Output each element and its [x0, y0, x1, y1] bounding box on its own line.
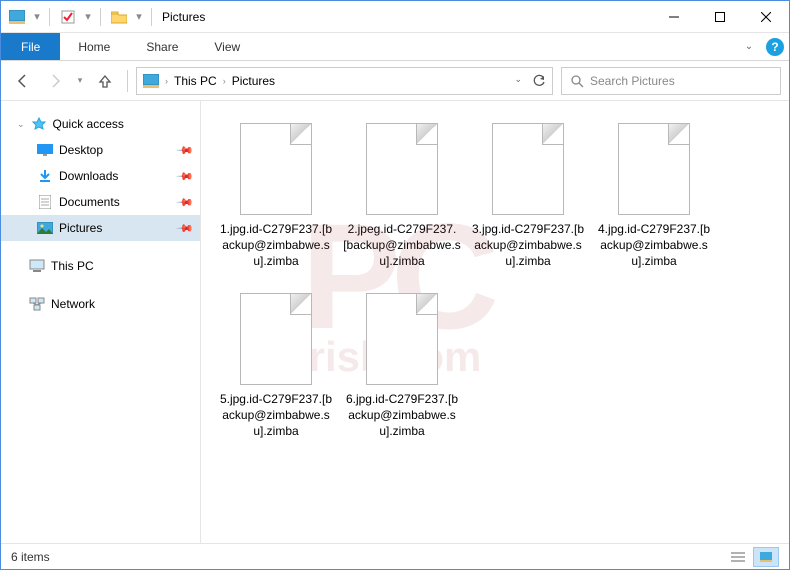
- new-folder-icon[interactable]: [107, 5, 131, 29]
- back-button[interactable]: [9, 67, 37, 95]
- window-title: Pictures: [162, 10, 205, 24]
- file-item[interactable]: 3.jpg.id-C279F237.[backup@zimbabwe.su].z…: [465, 115, 591, 285]
- sidebar-network[interactable]: Network: [1, 291, 200, 317]
- file-icon: [618, 123, 690, 215]
- tab-share[interactable]: Share: [128, 33, 196, 60]
- item-count: 6 items: [11, 550, 50, 564]
- large-icons-view-button[interactable]: [753, 547, 779, 567]
- downloads-icon: [37, 168, 53, 184]
- file-pane[interactable]: 1.jpg.id-C279F237.[backup@zimbabwe.su].z…: [201, 101, 789, 543]
- file-tab[interactable]: File: [1, 33, 60, 60]
- search-icon: [570, 74, 584, 88]
- sidebar-item-label: Documents: [59, 195, 120, 209]
- sidebar-item-label: This PC: [51, 259, 94, 273]
- sidebar-item-documents[interactable]: Documents 📌: [1, 189, 200, 215]
- chevron-right-icon[interactable]: ›: [165, 76, 168, 86]
- chevron-right-icon[interactable]: ›: [223, 76, 226, 86]
- recent-dropdown-icon[interactable]: ▾: [73, 67, 87, 95]
- sidebar-item-pictures[interactable]: Pictures 📌: [1, 215, 200, 241]
- qat-dropdown-icon[interactable]: ▾: [31, 5, 43, 29]
- file-label: 3.jpg.id-C279F237.[backup@zimbabwe.su].z…: [469, 221, 587, 270]
- tab-home[interactable]: Home: [60, 33, 128, 60]
- file-label: 4.jpg.id-C279F237.[backup@zimbabwe.su].z…: [595, 221, 713, 270]
- sidebar-quick-access[interactable]: ⌄ Quick access: [1, 111, 200, 137]
- properties-icon[interactable]: [56, 5, 80, 29]
- up-button[interactable]: [91, 67, 119, 95]
- body: ⌄ Quick access Desktop 📌 Downloads 📌 Doc…: [1, 101, 789, 543]
- computer-icon: [29, 258, 45, 274]
- file-icon: [366, 123, 438, 215]
- breadcrumb[interactable]: This PC ›: [174, 74, 226, 88]
- status-bar: 6 items: [1, 543, 789, 569]
- ribbon-expand-icon[interactable]: ⌄: [737, 33, 761, 60]
- minimize-button[interactable]: [651, 1, 697, 33]
- maximize-button[interactable]: [697, 1, 743, 33]
- navigation-bar: ▾ › This PC › Pictures ⌄ Search Pictures: [1, 61, 789, 101]
- address-bar[interactable]: › This PC › Pictures ⌄: [136, 67, 553, 95]
- file-item[interactable]: 5.jpg.id-C279F237.[backup@zimbabwe.su].z…: [213, 285, 339, 455]
- file-item[interactable]: 6.jpg.id-C279F237.[backup@zimbabwe.su].z…: [339, 285, 465, 455]
- nav-divider: [127, 70, 128, 92]
- sidebar-item-label: Pictures: [59, 221, 102, 235]
- desktop-icon: [37, 142, 53, 158]
- documents-icon: [37, 194, 53, 210]
- file-icon: [240, 293, 312, 385]
- pin-icon: 📌: [176, 219, 195, 238]
- help-icon: ?: [766, 38, 784, 56]
- sidebar-item-downloads[interactable]: Downloads 📌: [1, 163, 200, 189]
- search-input[interactable]: Search Pictures: [561, 67, 781, 95]
- chevron-down-icon[interactable]: ⌄: [17, 119, 25, 130]
- help-button[interactable]: ?: [761, 33, 789, 60]
- qat-divider: [100, 8, 101, 26]
- file-item[interactable]: 1.jpg.id-C279F237.[backup@zimbabwe.su].z…: [213, 115, 339, 285]
- breadcrumb[interactable]: Pictures: [232, 74, 275, 88]
- file-icon: [366, 293, 438, 385]
- qat-customize-icon[interactable]: ▾: [133, 5, 145, 29]
- ribbon: File Home Share View ⌄ ?: [1, 33, 789, 61]
- sidebar-item-label: Desktop: [59, 143, 103, 157]
- sidebar: ⌄ Quick access Desktop 📌 Downloads 📌 Doc…: [1, 101, 201, 543]
- breadcrumb-label: Pictures: [232, 74, 275, 88]
- qat-divider: [49, 8, 50, 26]
- qat-divider: [151, 8, 152, 26]
- refresh-icon[interactable]: [532, 74, 546, 88]
- tab-view[interactable]: View: [196, 33, 258, 60]
- address-dropdown-icon[interactable]: ⌄: [514, 74, 522, 88]
- location-icon: [143, 73, 159, 89]
- star-icon: [31, 116, 47, 132]
- network-icon: [29, 296, 45, 312]
- pin-icon: 📌: [176, 167, 195, 186]
- file-icon: [492, 123, 564, 215]
- sidebar-item-label: Quick access: [53, 117, 124, 131]
- pictures-icon: [37, 220, 53, 236]
- pin-icon: 📌: [176, 141, 195, 160]
- file-label: 1.jpg.id-C279F237.[backup@zimbabwe.su].z…: [217, 221, 335, 270]
- details-view-button[interactable]: [725, 547, 751, 567]
- pin-icon: 📌: [176, 193, 195, 212]
- breadcrumb-label: This PC: [174, 74, 217, 88]
- file-label: 6.jpg.id-C279F237.[backup@zimbabwe.su].z…: [343, 391, 461, 440]
- forward-button[interactable]: [41, 67, 69, 95]
- search-placeholder: Search Pictures: [590, 74, 675, 88]
- sidebar-item-desktop[interactable]: Desktop 📌: [1, 137, 200, 163]
- file-item[interactable]: 2.jpeg.id-C279F237.[backup@zimbabwe.su].…: [339, 115, 465, 285]
- close-button[interactable]: [743, 1, 789, 33]
- file-label: 2.jpeg.id-C279F237.[backup@zimbabwe.su].…: [343, 221, 461, 270]
- sidebar-item-label: Network: [51, 297, 95, 311]
- file-label: 5.jpg.id-C279F237.[backup@zimbabwe.su].z…: [217, 391, 335, 440]
- sidebar-this-pc[interactable]: This PC: [1, 253, 200, 279]
- app-icon[interactable]: [5, 5, 29, 29]
- qat-dropdown-icon[interactable]: ▾: [82, 5, 94, 29]
- file-item[interactable]: 4.jpg.id-C279F237.[backup@zimbabwe.su].z…: [591, 115, 717, 285]
- title-bar: ▾ ▾ ▾ Pictures: [1, 1, 789, 33]
- file-icon: [240, 123, 312, 215]
- sidebar-item-label: Downloads: [59, 169, 118, 183]
